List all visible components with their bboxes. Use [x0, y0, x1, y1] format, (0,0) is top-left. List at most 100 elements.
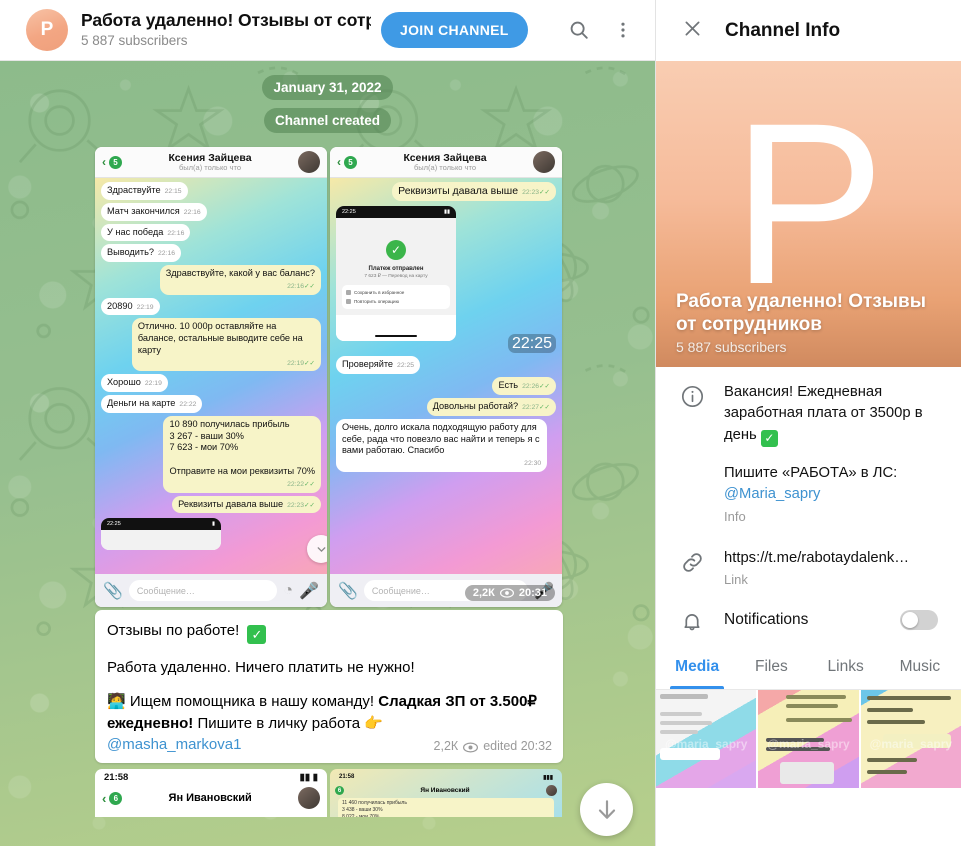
toggle-knob: [902, 612, 918, 629]
media-thumbnail[interactable]: @maria_sapry: [860, 690, 961, 789]
media-thumbnail[interactable]: @maria_sapry: [758, 690, 859, 789]
nested-message: У нас победа 22:16: [101, 223, 191, 242]
tab-files[interactable]: Files: [734, 644, 808, 689]
tab-media[interactable]: Media: [660, 644, 734, 690]
status-bar-time: 21:58: [339, 774, 355, 781]
album-photo-next-right[interactable]: 21:58 ▮▮▮ 6 Ян Ивановский 11 460 получила…: [330, 769, 562, 818]
about-mention-link[interactable]: @Maria_sapry: [724, 484, 945, 505]
info-panel-header: Channel Info: [656, 0, 961, 61]
nested-message: Деньги на карте 22:22: [101, 395, 203, 413]
link-label: Link: [724, 572, 748, 588]
back-button: ‹ 5: [102, 155, 122, 169]
service-message: Channel created: [263, 108, 392, 133]
info-row-about[interactable]: Вакансия! Ежедневная заработная плата от…: [656, 367, 961, 533]
chat-column: Р Работа удаленно! Отзывы от сотр… 5 887…: [0, 0, 655, 846]
eye-icon: [463, 742, 479, 753]
message-time: 20:31: [518, 587, 547, 599]
channel-link[interactable]: https://t.me/rabotaydalenk…: [724, 548, 945, 569]
message-list[interactable]: January 31, 2022 Channel created ‹ 5 Ксе…: [0, 61, 655, 846]
pointing-right-emoji-icon: 👉: [364, 714, 383, 732]
unread-badge: 5: [109, 155, 122, 169]
tab-music[interactable]: Music: [883, 644, 957, 689]
microphone-icon: 🎤: [299, 582, 319, 600]
cover-avatar-letter: Р: [731, 75, 886, 333]
media-grid: @maria_sapry @maria_sapry @maria_sapry: [656, 690, 961, 789]
photo-album[interactable]: ‹ 5 Ксения Зайцева был(а) только что Здр…: [95, 147, 563, 607]
nested-message: Реквизиты давала выше 22:23✓✓: [172, 495, 321, 514]
bell-icon: [680, 607, 724, 633]
about-content: Вакансия! Ежедневная заработная плата от…: [724, 382, 945, 524]
album-meta-overlay: 2,2К 20:31: [464, 585, 555, 601]
home-indicator: [375, 334, 417, 338]
nested-message: Здравствуйте, какой у вас баланс? 22:16✓✓: [159, 265, 321, 295]
receipt-action: Повторить операцию: [346, 297, 446, 306]
nested-message: Хорошо 22:19: [101, 374, 168, 393]
watermark: @maria_sapry: [869, 737, 953, 752]
nested-message-input: Сообщение…: [128, 580, 278, 601]
watermark: @maria_sapry: [664, 737, 748, 752]
check-mark-icon: ✓: [247, 625, 267, 644]
view-count: 2,2К: [433, 739, 459, 754]
nested-contact-name: Ян Ивановский: [168, 792, 252, 805]
edited-timestamp: edited 20:32: [483, 739, 552, 754]
eye-icon: [499, 588, 514, 598]
avatar[interactable]: Р: [26, 9, 68, 51]
album-photo-left[interactable]: ‹ 5 Ксения Зайцева был(а) только что Здр…: [95, 147, 327, 607]
nested-message-list: Реквизиты давала выше 22:23✓✓ 22:25 ▮▮ ✓ П…: [330, 178, 562, 574]
unread-badge: 6: [109, 791, 123, 805]
search-icon[interactable]: [559, 10, 599, 50]
info-icon: [680, 382, 724, 409]
more-vertical-icon[interactable]: [603, 10, 643, 50]
next-album-peek[interactable]: 21:58 ▮▮ ▮ ‹ 6 Ян Ивановский 21:58 ▮▮▮ 6 Ян…: [95, 769, 563, 818]
unread-badge: 5: [344, 155, 357, 169]
nested-message: 10 890 получилась прибыль 3 267 - ваши 3…: [163, 415, 321, 493]
unread-badge: 6: [335, 786, 344, 796]
nested-contact-status: был(а) только что: [413, 162, 476, 172]
join-channel-button[interactable]: JOIN CHANNEL: [381, 12, 528, 48]
arrow-down-icon: [598, 799, 615, 819]
nested-contact: Ксения Зайцева был(а) только что: [357, 152, 533, 172]
star-icon: [346, 290, 351, 296]
notifications-toggle[interactable]: [900, 610, 938, 631]
status-bar-icons: ▮▮ ▮: [299, 771, 318, 783]
channel-cover[interactable]: Р Работа удаленно! Отзывы от сотрудников…: [656, 61, 961, 367]
channel-title[interactable]: Работа удаленно! Отзывы от сотр…: [81, 10, 371, 32]
message-line-3: 🧑‍💻 Ищем помощника в нашу команду! Сладк…: [107, 693, 537, 732]
nested-avatar: [298, 787, 320, 810]
watermark: @maria_sapry: [767, 737, 850, 752]
check-mark-icon: ✓: [760, 429, 778, 447]
scroll-to-bottom-button[interactable]: [580, 783, 633, 836]
nested-avatar: [533, 151, 555, 173]
subscriber-count: 5 887 subscribers: [81, 33, 188, 49]
info-row-link[interactable]: https://t.me/rabotaydalenk… Link: [656, 533, 961, 596]
nested-input-bar: 📎 Сообщение… ◔ 🎤: [95, 574, 327, 607]
info-panel-title: Channel Info: [725, 19, 841, 41]
date-badge: January 31, 2022: [262, 75, 393, 100]
album-photo-next-left[interactable]: 21:58 ▮▮ ▮ ‹ 6 Ян Ивановский: [95, 769, 327, 818]
album-photo-right[interactable]: ‹ 5 Ксения Зайцева был(а) только что Рек…: [330, 147, 562, 607]
success-check-icon: ✓: [386, 240, 406, 261]
nested-message: Очень, долго искала подходящую работу дл…: [336, 418, 548, 472]
media-thumbnail[interactable]: @maria_sapry: [656, 690, 757, 789]
chat-body[interactable]: January 31, 2022 Channel created ‹ 5 Ксе…: [0, 61, 655, 846]
attach-icon: 📎: [103, 582, 123, 600]
about-line-1: Вакансия! Ежедневная заработная плата от…: [724, 384, 923, 447]
telegram-window: Р Работа удаленно! Отзывы от сотр… 5 887…: [0, 0, 961, 846]
link-icon: [680, 548, 724, 575]
message-footer: 2,2К edited 20:32: [434, 738, 552, 756]
message-line-1: Отзывы по работе! ✓: [107, 620, 551, 644]
info-tabs: Media Files Links Music: [656, 644, 961, 691]
chat-header-text: Работа удаленно! Отзывы от сотр… 5 887 s…: [81, 10, 371, 49]
nested-message: Реквизиты давала выше 22:23✓✓: [392, 182, 556, 202]
subscriber-count: 5 887 subscribers: [676, 339, 787, 355]
tab-links[interactable]: Links: [809, 644, 883, 689]
nested-message: 20890 22:19: [101, 297, 160, 316]
repeat-icon: [346, 299, 351, 305]
close-icon[interactable]: [682, 18, 703, 44]
nested-message: Отлично. 10 000р оставляйте на балансе, …: [131, 318, 321, 372]
channel-text-message[interactable]: Отзывы по работе! ✓ Работа удаленно. Нич…: [95, 610, 563, 764]
nested-scroll-down-icon: [307, 535, 327, 563]
nested-avatar: [298, 151, 320, 173]
mention-link[interactable]: @masha_markova1: [107, 736, 241, 753]
info-row-notifications[interactable]: Notifications: [656, 596, 961, 644]
